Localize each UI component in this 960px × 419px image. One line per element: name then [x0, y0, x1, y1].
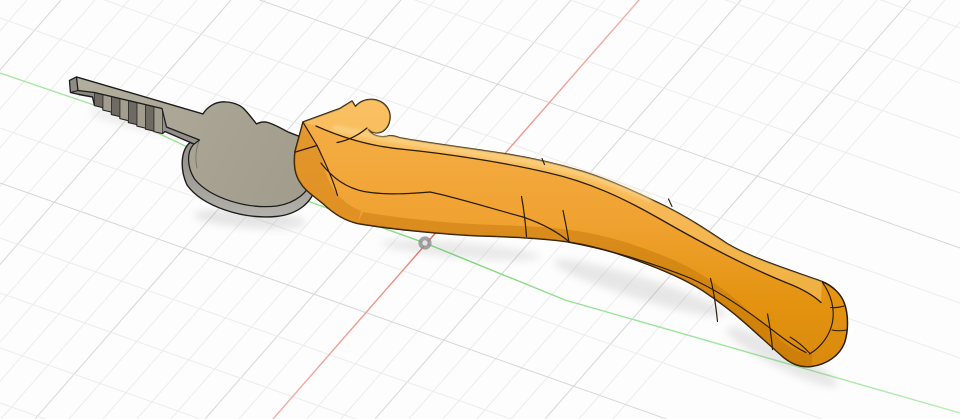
cad-viewport[interactable]: [0, 0, 960, 419]
jaw-tooth-facet: [103, 95, 112, 113]
origin-center-dot: [422, 240, 427, 245]
jaw-tooth-facet: [154, 107, 163, 134]
origin-indicator[interactable]: [418, 236, 431, 249]
scene-canvas[interactable]: [0, 0, 960, 419]
jaw-tooth-facet: [120, 99, 129, 121]
jaw-tooth-facet: [112, 97, 121, 117]
jaw-tooth-facet: [146, 105, 155, 132]
jaw-tooth-facet: [129, 101, 138, 125]
jaw-tooth-facet: [137, 103, 146, 129]
